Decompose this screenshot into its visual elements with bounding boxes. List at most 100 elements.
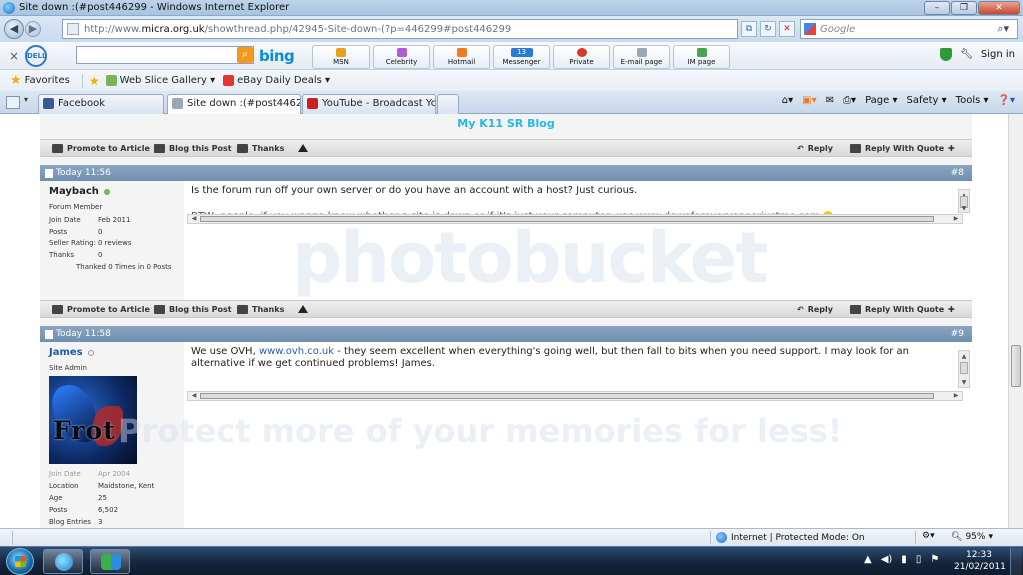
msn-icon xyxy=(336,48,346,57)
tools-menu[interactable]: Tools ▾ xyxy=(956,95,989,106)
avatar[interactable]: Frot xyxy=(49,376,137,464)
volume-icon[interactable]: ◀) xyxy=(881,554,893,565)
feeds-icon[interactable]: ▣▾ xyxy=(802,95,816,106)
tab-youtube[interactable]: YouTube - Broadcast Your... xyxy=(302,94,436,114)
scroll-thumb[interactable] xyxy=(200,393,934,399)
report-post-button[interactable] xyxy=(298,305,308,313)
print-icon[interactable]: ⎙▾ xyxy=(843,95,856,106)
scroll-down-icon[interactable]: ▼ xyxy=(959,204,969,213)
post-number[interactable]: #9 xyxy=(951,329,964,339)
ovh-link[interactable]: www.ovh.co.uk xyxy=(259,346,334,357)
toolbar-button-messenger[interactable]: 13 Messenger xyxy=(493,45,550,69)
tools-wrench-icon[interactable]: 🔧︎ xyxy=(960,49,973,60)
scroll-thumb[interactable] xyxy=(960,362,968,374)
favorite-ebay-daily-deals[interactable]: eBay Daily Deals ▾ xyxy=(223,75,330,86)
address-bar[interactable]: http://www.micra.org.uk/showthread.php/4… xyxy=(62,19,738,39)
toolbar-button-msn[interactable]: MSN xyxy=(312,45,370,69)
close-button[interactable]: ✕ xyxy=(978,1,1020,15)
address-url[interactable]: http://www.micra.org.uk/showthread.php/4… xyxy=(84,24,511,35)
username[interactable]: Maybach xyxy=(49,186,110,197)
promote-to-article-button[interactable]: Promote to Article xyxy=(52,305,150,314)
protected-mode-icon[interactable]: ⚙▾ xyxy=(922,531,935,541)
page-content: My K11 SR Blog Promote to Article Blog t… xyxy=(0,114,1008,528)
internet-explorer-icon xyxy=(55,553,73,571)
multi-quote-icon[interactable]: ✚ xyxy=(948,305,955,314)
dell-logo[interactable]: DELL xyxy=(25,44,47,67)
thanks-button[interactable]: Thanks xyxy=(237,305,284,314)
back-button[interactable]: ◀ xyxy=(4,19,24,39)
shield-icon[interactable] xyxy=(940,48,953,61)
reply-with-quote-button[interactable]: Reply With Quote xyxy=(850,305,944,314)
close-toolbar-icon[interactable]: × xyxy=(5,49,23,63)
toolbar-button-hotmail[interactable]: Hotmail xyxy=(433,45,490,69)
page-scroll-thumb[interactable] xyxy=(1011,345,1021,387)
tab-site-down[interactable]: Site down :(#post446299× xyxy=(167,94,301,114)
toolbar-button-im-page[interactable]: IM page xyxy=(673,45,730,69)
bing-search-input[interactable] xyxy=(76,46,254,64)
bing-logo: bing xyxy=(259,47,295,65)
report-post-button[interactable] xyxy=(298,144,308,152)
maximize-button[interactable]: ❐ xyxy=(951,1,977,15)
scroll-up-icon[interactable]: ▲ xyxy=(959,352,969,361)
minimize-button[interactable]: – xyxy=(924,1,950,15)
scroll-thumb[interactable] xyxy=(200,216,934,222)
page-menu[interactable]: Page ▾ xyxy=(865,95,897,106)
search-input[interactable]: Google ⌕▾ xyxy=(800,19,1018,39)
favorites-star-icon[interactable]: ★ xyxy=(10,73,22,88)
home-icon[interactable]: ⌂▾ xyxy=(782,95,793,106)
zoom-level[interactable]: 🔍︎ 95% ▾ xyxy=(951,532,993,542)
toolbar-button-private[interactable]: Private xyxy=(553,45,610,69)
quick-tabs-icon[interactable] xyxy=(6,96,20,109)
network-icon[interactable]: ▮ xyxy=(901,554,907,565)
scroll-left-icon[interactable]: ◀ xyxy=(189,392,199,400)
search-icon[interactable]: ⌕▾ xyxy=(997,22,1009,36)
tab-list-dropdown-icon[interactable]: ▾ xyxy=(24,95,28,104)
security-zone[interactable]: Internet | Protected Mode: On xyxy=(716,532,865,543)
thanks-button[interactable]: Thanks xyxy=(237,144,284,153)
scroll-left-icon[interactable]: ◀ xyxy=(189,215,199,223)
battery-icon[interactable]: ▯ xyxy=(916,554,922,565)
flag-icon[interactable]: ⚑ xyxy=(930,554,939,565)
start-button[interactable] xyxy=(6,548,34,575)
bing-search-button[interactable]: ⌕ xyxy=(237,47,253,63)
sign-in-link[interactable]: Sign in xyxy=(981,49,1015,60)
show-hidden-icons-icon[interactable]: ▲ xyxy=(864,554,872,565)
taskbar-messenger[interactable] xyxy=(90,549,130,574)
post-scrollbar-vertical[interactable]: ▲ ▼ xyxy=(958,189,970,213)
page-scrollbar[interactable] xyxy=(1008,114,1023,528)
stop-icon[interactable]: ✕ xyxy=(779,21,795,37)
blog-link[interactable]: My K11 SR Blog xyxy=(40,117,972,130)
toolbar-button-email-page[interactable]: E-mail page xyxy=(613,45,670,69)
help-icon[interactable]: ❓▾ xyxy=(998,95,1015,106)
username[interactable]: James xyxy=(49,347,94,358)
post-scrollbar-horizontal[interactable]: ◀ ▶ xyxy=(187,214,963,224)
forward-button[interactable]: ▶ xyxy=(25,21,41,37)
post-scrollbar-horizontal[interactable]: ◀ ▶ xyxy=(187,391,963,401)
reply-with-quote-button[interactable]: Reply With Quote xyxy=(850,144,944,153)
avatar-text: Frot xyxy=(53,416,116,445)
scroll-down-icon[interactable]: ▼ xyxy=(959,378,969,387)
post-number[interactable]: #8 xyxy=(951,168,964,178)
blog-this-post-button[interactable]: Blog this Post xyxy=(154,144,232,153)
multi-quote-icon[interactable]: ✚ xyxy=(948,144,955,153)
clock[interactable]: 12:33 21/02/2011 xyxy=(954,549,1006,573)
toolbar-button-celebrity[interactable]: Celebrity xyxy=(373,45,430,69)
safety-menu[interactable]: Safety ▾ xyxy=(906,95,946,106)
taskbar-internet-explorer[interactable] xyxy=(43,549,83,574)
favorite-web-slice-gallery[interactable]: Web Slice Gallery ▾ xyxy=(105,75,215,86)
show-desktop-button[interactable] xyxy=(1010,548,1022,575)
reply-button[interactable]: ↶ Reply xyxy=(797,144,833,153)
favorites-button[interactable]: Favorites xyxy=(25,75,70,86)
blog-this-post-button[interactable]: Blog this Post xyxy=(154,305,232,314)
add-favorite-icon[interactable]: ★ xyxy=(89,74,100,88)
promote-to-article-button[interactable]: Promote to Article xyxy=(52,144,150,153)
compatibility-view-icon[interactable]: ⧉ xyxy=(741,21,757,37)
scroll-right-icon[interactable]: ▶ xyxy=(951,392,961,400)
refresh-icon[interactable]: ↻ xyxy=(760,21,776,37)
post-scrollbar-vertical[interactable]: ▲ ▼ xyxy=(958,350,970,388)
reply-button[interactable]: ↶ Reply xyxy=(797,305,833,314)
scroll-right-icon[interactable]: ▶ xyxy=(951,215,961,223)
tab-facebook[interactable]: Facebook xyxy=(38,94,164,114)
new-tab-button[interactable] xyxy=(437,94,459,114)
read-mail-icon[interactable]: ✉ xyxy=(826,95,834,106)
